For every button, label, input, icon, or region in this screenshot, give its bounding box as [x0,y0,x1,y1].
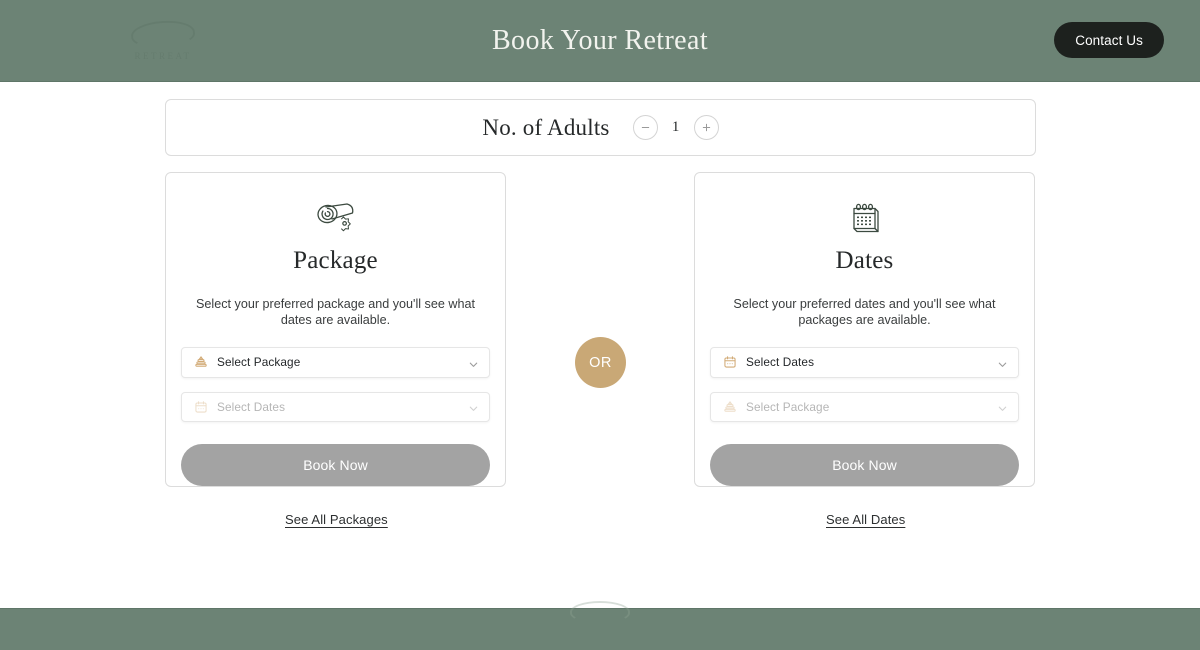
select-package-dropdown-disabled[interactable]: Select Package [710,391,1019,423]
desk-calendar-icon [846,195,884,241]
site-logo-text: RETREAT [134,51,192,61]
leaf-wreath-logo-icon [130,18,196,50]
or-divider-badge: OR [575,337,626,388]
select-dates-value: Select Dates [746,355,815,370]
select-package-value: Select Package [217,355,301,370]
chevron-down-icon [997,401,1008,412]
increment-adults-button[interactable] [693,115,719,140]
stacked-towels-icon [193,355,208,370]
page-title: Book Your Retreat [491,24,709,56]
adults-selector-bar: No. of Adults 1 [165,99,1036,156]
see-all-dates-link[interactable]: See All Dates [826,512,905,527]
package-card-description: Select your preferred package and you'll… [196,296,475,328]
chevron-down-icon [468,401,479,412]
dates-card-description: Select your preferred dates and you'll s… [733,296,996,328]
rolled-towel-spa-icon [314,195,358,241]
select-dates-dropdown[interactable]: Select Dates [710,346,1019,378]
select-dates-value: Select Dates [217,399,286,414]
package-card-title: Package [293,246,378,274]
adults-count-value: 1 [671,119,680,135]
booking-page: RETREAT Book Your Retreat Contact Us No.… [0,0,1200,650]
dates-card: Dates Select your preferred dates and yo… [694,172,1035,487]
select-dates-dropdown-disabled[interactable]: Select Dates [181,391,490,423]
stacked-towels-icon [722,399,737,414]
dates-card-title: Dates [835,246,894,274]
minus-icon [641,127,649,128]
calendar-icon [193,399,208,414]
calendar-icon [722,355,737,370]
package-book-now-button[interactable]: Book Now [181,444,490,486]
page-footer [0,601,1200,650]
chevron-down-icon [997,357,1008,368]
dates-book-now-button[interactable]: Book Now [710,444,1019,486]
chevron-down-icon [468,357,479,368]
select-package-value: Select Package [746,399,830,414]
site-logo: RETREAT [58,10,268,72]
package-card: Package Select your preferred package an… [165,172,506,487]
page-header: RETREAT Book Your Retreat Contact Us [0,0,1200,82]
adults-label: No. of Adults [482,114,610,140]
plus-icon [702,123,710,132]
footer-logo-icon [570,601,630,623]
see-all-packages-link[interactable]: See All Packages [285,512,388,527]
select-package-dropdown[interactable]: Select Package [181,346,490,378]
decrement-adults-button[interactable] [632,115,658,140]
contact-us-button[interactable]: Contact Us [1054,22,1164,58]
